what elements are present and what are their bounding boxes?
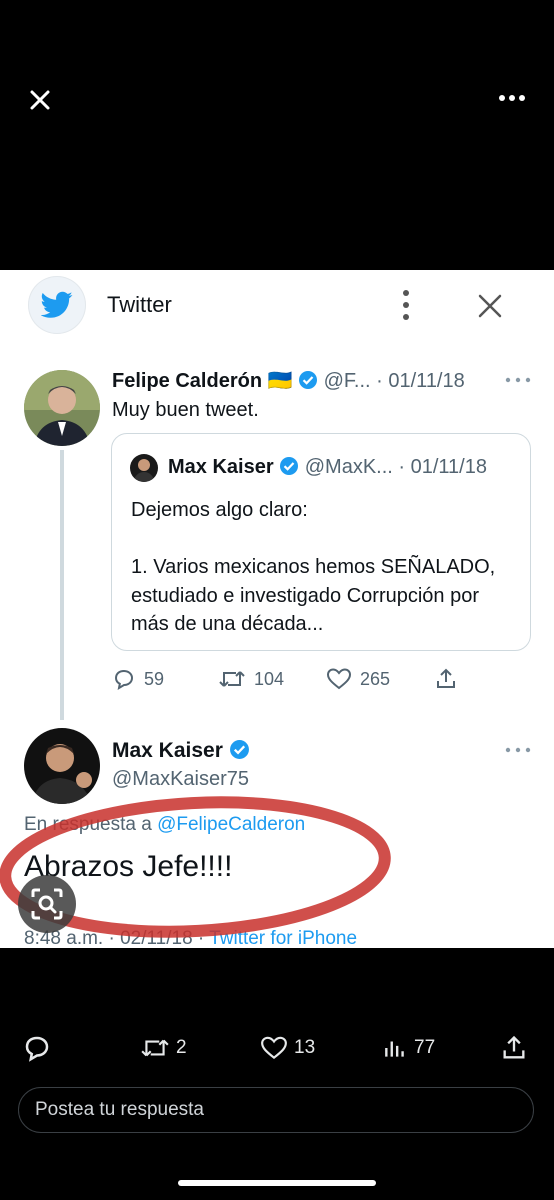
reply-icon — [25, 1036, 49, 1062]
quoted-author-name: Max Kaiser — [168, 456, 274, 478]
post-action-bar: 2 13 77 — [0, 1028, 554, 1068]
more-horizontal-icon[interactable] — [504, 746, 532, 754]
heart-icon — [326, 668, 352, 690]
tweet-header: Felipe Calderón 🇺🇦 @F... · 01/11/18 — [112, 368, 465, 393]
reply-placeholder: Postea tu respuesta — [35, 1099, 204, 1120]
retweet-icon — [219, 671, 245, 687]
verified-badge-icon — [229, 740, 249, 759]
flag-emoji: 🇺🇦 — [267, 370, 293, 392]
close-icon[interactable] — [476, 292, 504, 320]
retweet-count: 104 — [254, 668, 285, 689]
lens-search-icon — [31, 888, 63, 920]
like-count: 265 — [360, 668, 391, 689]
like-count: 13 — [294, 1037, 316, 1058]
tweet-screenshot-image: Twitter Felipe Calderón 🇺🇦 @F... · 01/11… — [0, 270, 554, 948]
retweet-action[interactable]: 104 — [218, 664, 284, 694]
reply-count: 59 — [144, 668, 165, 689]
views-button[interactable]: 77 — [382, 1028, 435, 1068]
quoted-handle-and-date: @MaxK... · 01/11/18 — [304, 456, 487, 478]
more-horizontal-icon[interactable] — [496, 90, 528, 106]
handle-and-date: @F... · 01/11/18 — [323, 370, 465, 392]
views-count: 77 — [414, 1037, 436, 1058]
reply-icon — [114, 669, 134, 691]
tweet-actions: 59 104 265 — [112, 664, 492, 694]
like-action[interactable]: 265 — [326, 664, 390, 694]
verified-badge-icon — [299, 371, 318, 389]
quoted-tweet[interactable]: Max Kaiser @MaxK... · 01/11/18 Dejemos a… — [111, 433, 531, 651]
retweet-icon — [141, 1039, 169, 1057]
share-icon — [503, 1035, 525, 1059]
avatar[interactable] — [24, 370, 100, 446]
repost-count: 2 — [176, 1037, 187, 1058]
visual-search-button[interactable] — [18, 875, 76, 933]
quoted-tweet-header: Max Kaiser @MaxK... · 01/11/18 — [168, 456, 487, 479]
close-icon[interactable] — [24, 84, 56, 116]
quoted-tweet-text: Dejemos algo claro: 1. Varios mexicanos … — [131, 499, 496, 635]
twitter-bird-logo — [28, 276, 86, 334]
verified-badge-icon — [280, 457, 299, 475]
avatar — [130, 454, 158, 482]
share-action[interactable] — [434, 664, 458, 694]
tweet-text: Muy buen tweet. — [112, 399, 259, 421]
app-title: Twitter — [107, 292, 172, 317]
share-button[interactable] — [500, 1028, 528, 1068]
author-name[interactable]: Felipe Calderón — [112, 370, 262, 392]
more-horizontal-icon[interactable] — [504, 376, 532, 384]
share-icon — [437, 668, 455, 688]
heart-icon — [261, 1036, 287, 1060]
more-vertical-icon[interactable] — [398, 288, 414, 322]
views-chart-icon — [385, 1041, 404, 1057]
repost-button[interactable]: 2 — [140, 1028, 187, 1068]
reply-input[interactable]: Postea tu respuesta — [18, 1087, 534, 1133]
tweet-header: Max Kaiser — [112, 739, 250, 763]
author-name[interactable]: Max Kaiser — [112, 739, 223, 762]
home-indicator[interactable] — [178, 1180, 376, 1186]
thread-line — [60, 450, 64, 720]
like-button[interactable]: 13 — [260, 1028, 315, 1068]
reply-action[interactable]: 59 — [112, 664, 164, 694]
reply-button[interactable] — [22, 1028, 52, 1068]
